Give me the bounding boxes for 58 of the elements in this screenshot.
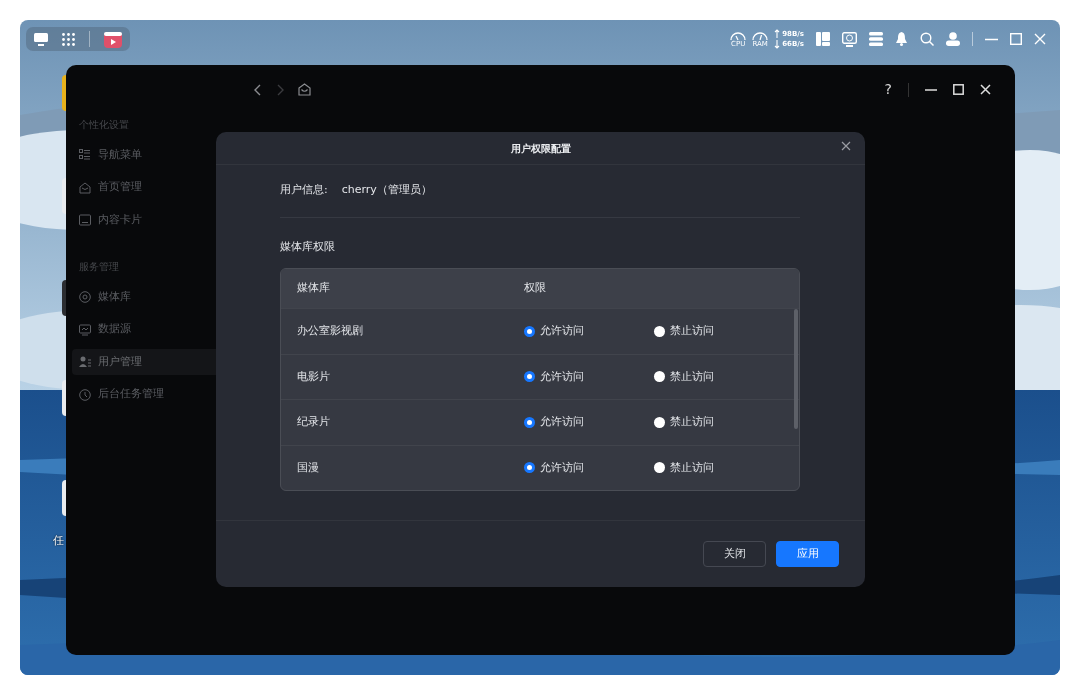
radio-label[interactable]: 允许访问 — [540, 323, 584, 340]
search-icon[interactable] — [920, 32, 934, 46]
dialog-title: 用户权限配置 — [510, 141, 571, 156]
home-icon[interactable] — [298, 83, 311, 96]
radio-button[interactable] — [654, 416, 665, 428]
upload-arrow-icon — [774, 29, 781, 39]
table-cell-text: 办公室影视剧 — [296, 323, 364, 339]
apply-button[interactable]: 应用 — [776, 541, 839, 567]
help-button[interactable]: ? — [884, 79, 892, 100]
table-cell-text: 国漫 — [296, 459, 320, 476]
gauge-icon — [730, 30, 747, 41]
radio-label[interactable]: 允许访问 — [540, 414, 584, 431]
clock-icon — [79, 388, 91, 401]
user-icon[interactable] — [946, 32, 960, 46]
table-cell-text: 纪录片 — [296, 414, 331, 430]
video-app-icon[interactable] — [104, 30, 122, 48]
radio-button[interactable] — [524, 325, 535, 337]
field-value: cherry（管理员） — [341, 182, 432, 198]
desktop-icon[interactable] — [34, 32, 48, 46]
radio-button[interactable] — [654, 462, 665, 474]
card-icon — [79, 214, 91, 226]
radio-label[interactable]: 禁止访问 — [670, 459, 714, 476]
download-arrow-icon — [774, 39, 781, 49]
app-icon[interactable] — [62, 480, 66, 516]
column-header: 权限 — [524, 280, 546, 297]
table-cell-text: 电影片 — [296, 368, 331, 385]
section-title: 媒体库权限 — [280, 238, 336, 255]
user-list-icon — [79, 356, 91, 368]
close-button[interactable] — [841, 141, 851, 151]
monitor-globe-icon[interactable] — [842, 31, 857, 47]
layout-icon[interactable] — [816, 32, 830, 46]
radio-label[interactable]: 禁止访问 — [670, 323, 714, 340]
close-icon[interactable] — [980, 84, 991, 95]
bell-icon[interactable] — [895, 32, 908, 46]
media-icon — [79, 291, 91, 303]
close-button[interactable]: 关闭 — [703, 541, 766, 567]
server-icon[interactable] — [869, 32, 883, 46]
app-icon[interactable] — [62, 280, 66, 316]
radio-label[interactable]: 允许访问 — [540, 459, 584, 476]
field-label: 用户信息: — [280, 182, 328, 198]
radio-label[interactable]: 禁止访问 — [670, 414, 714, 431]
radio-button[interactable] — [524, 416, 535, 428]
close-icon — [841, 141, 851, 151]
back-icon[interactable] — [254, 83, 262, 96]
radio-button[interactable] — [524, 462, 535, 474]
list-icon — [79, 149, 91, 161]
radio-button[interactable] — [654, 325, 665, 337]
radio-button[interactable] — [524, 371, 535, 383]
maximize-icon[interactable] — [953, 84, 964, 95]
column-header: 媒体库 — [296, 280, 331, 297]
home-icon — [79, 181, 91, 194]
radio-button[interactable] — [654, 371, 665, 383]
gauge-icon — [752, 30, 769, 41]
radio-label[interactable]: 禁止访问 — [670, 368, 714, 385]
apps-grid-icon[interactable] — [62, 32, 75, 46]
radio-label[interactable]: 允许访问 — [540, 368, 584, 385]
chart-monitor-icon — [79, 323, 91, 336]
icon-label: 任 — [53, 533, 64, 549]
